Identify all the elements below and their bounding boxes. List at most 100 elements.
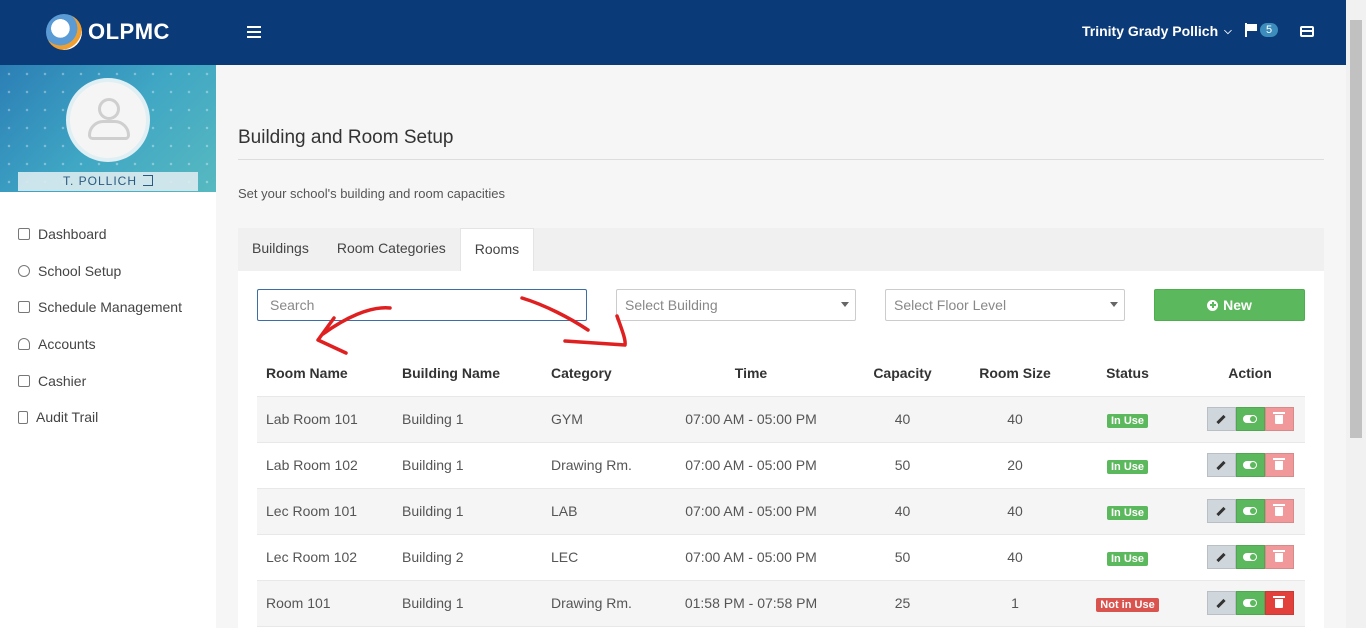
status-cell: In Use	[1060, 442, 1195, 489]
profile-panel: T. POLLICH	[0, 65, 216, 192]
toggle-button[interactable]	[1235, 453, 1265, 477]
sidebar-item-label: Accounts	[38, 336, 96, 353]
edit-button[interactable]	[1206, 407, 1236, 431]
action-cell	[1195, 488, 1305, 535]
delete-button[interactable]	[1264, 591, 1294, 615]
scroll-thumb[interactable]	[1350, 20, 1362, 438]
sidebar-item-label: Cashier	[38, 372, 87, 389]
toggle-button[interactable]	[1235, 545, 1265, 569]
sidebar-item-label: School Setup	[38, 262, 122, 279]
building-select[interactable]: Select Building	[616, 289, 856, 321]
time: 07:00 AM - 05:00 PM	[667, 534, 835, 581]
floor-select-value: Select Floor Level	[894, 297, 1007, 313]
room-size: 1	[970, 580, 1060, 627]
status-cell: Not in Use	[1060, 580, 1195, 627]
toggle-icon	[1243, 507, 1257, 515]
divider	[238, 159, 1324, 160]
sidebar-item-schedule-management[interactable]: Schedule Management	[0, 289, 216, 326]
search-input[interactable]	[257, 289, 587, 321]
brand[interactable]: OLPMC	[46, 14, 170, 50]
notifications[interactable]: 5	[1244, 23, 1279, 37]
avatar[interactable]	[66, 78, 150, 162]
tab-buildings[interactable]: Buildings	[238, 228, 323, 271]
column-header[interactable]: Capacity	[835, 351, 970, 397]
new-room-button[interactable]: New	[1154, 289, 1305, 321]
trash-icon	[1273, 595, 1285, 608]
id-card-icon[interactable]	[1300, 26, 1314, 37]
action-cell	[1195, 534, 1305, 581]
user-menu[interactable]: Trinity Grady Pollich ⌵	[1082, 23, 1232, 39]
sidebar-item-dashboard[interactable]: Dashboard	[0, 216, 216, 253]
toggle-button[interactable]	[1235, 499, 1265, 523]
sidebar-item-label: Dashboard	[38, 226, 107, 243]
capacity: 25	[835, 580, 970, 627]
table-header-row: Room Name Building Name Category Time Ca…	[257, 351, 1305, 397]
column-header[interactable]: Status	[1060, 351, 1195, 397]
pencil-icon	[1216, 598, 1226, 608]
delete-button[interactable]	[1264, 499, 1294, 523]
trash-icon	[1273, 549, 1285, 562]
edit-button[interactable]	[1206, 453, 1236, 477]
building-name: Building 1	[393, 488, 542, 535]
room-size: 40	[970, 488, 1060, 535]
user-icon	[98, 98, 120, 120]
tab-rooms[interactable]: Rooms	[459, 228, 535, 271]
table-row[interactable]: Lec Room 101 Building 1 LAB 07:00 AM - 0…	[257, 488, 1305, 535]
table-row[interactable]: Lab Room 101 Building 1 GYM 07:00 AM - 0…	[257, 396, 1305, 443]
page-scrollbar[interactable]	[1346, 0, 1366, 628]
edit-button[interactable]	[1206, 545, 1236, 569]
table-row[interactable]: Lab Room 102 Building 1 Drawing Rm. 07:0…	[257, 442, 1305, 489]
column-header[interactable]: Room Size	[970, 351, 1060, 397]
column-header[interactable]: Category	[542, 351, 667, 397]
trash-icon	[1273, 503, 1285, 516]
delete-button[interactable]	[1264, 545, 1294, 569]
delete-button[interactable]	[1264, 407, 1294, 431]
sidebar-item-audit-trail[interactable]: Audit Trail	[0, 399, 216, 436]
building-name: Building 1	[393, 580, 542, 627]
table-row[interactable]: Room 101 Building 1 Drawing Rm. 01:58 PM…	[257, 580, 1305, 627]
calendar-icon	[18, 301, 30, 314]
capacity: 40	[835, 396, 970, 443]
table-row[interactable]: Lec Room 102 Building 2 LEC 07:00 AM - 0…	[257, 534, 1305, 581]
sidebar-item-accounts[interactable]: Accounts	[0, 326, 216, 363]
room-name: Lec Room 101	[257, 488, 393, 535]
action-cell	[1195, 442, 1305, 489]
building-name: Building 1	[393, 442, 542, 489]
document-icon	[18, 410, 28, 424]
toggle-icon	[1243, 553, 1257, 561]
status-cell: In Use	[1060, 488, 1195, 535]
edit-button[interactable]	[1206, 499, 1236, 523]
tab-room-categories[interactable]: Room Categories	[323, 228, 460, 271]
building-name: Building 1	[393, 396, 542, 443]
column-header: Action	[1195, 351, 1305, 397]
status-cell: In Use	[1060, 396, 1195, 443]
gear-icon	[18, 264, 30, 277]
sidebar-item-cashier[interactable]: Cashier	[0, 362, 216, 399]
column-header[interactable]: Time	[667, 351, 835, 397]
room-name: Lec Room 102	[257, 534, 393, 581]
column-header[interactable]: Building Name	[393, 351, 542, 397]
user-icon	[18, 338, 30, 351]
delete-button[interactable]	[1264, 453, 1294, 477]
caret-down-icon	[841, 302, 849, 307]
trash-icon	[1273, 457, 1285, 470]
tab-bar: Buildings Room Categories Rooms	[238, 228, 1324, 271]
toggle-button[interactable]	[1235, 407, 1265, 431]
sidebar-item-school-setup[interactable]: School Setup	[0, 253, 216, 290]
trash-icon	[1273, 411, 1285, 424]
room-name: Lab Room 101	[257, 396, 393, 443]
room-size: 40	[970, 534, 1060, 581]
profile-name-plate: T. POLLICH	[18, 172, 198, 191]
status-cell: In Use	[1060, 534, 1195, 581]
logout-icon[interactable]	[143, 175, 154, 186]
capacity: 50	[835, 442, 970, 489]
edit-button[interactable]	[1206, 591, 1236, 615]
menu-toggle-icon[interactable]	[247, 26, 261, 38]
pencil-icon	[1216, 552, 1226, 562]
brand-name: OLPMC	[88, 19, 170, 44]
toggle-button[interactable]	[1235, 591, 1265, 615]
column-header[interactable]: Room Name	[257, 351, 393, 397]
pencil-icon	[1216, 460, 1226, 470]
notification-badge: 5	[1260, 23, 1279, 37]
floor-level-select[interactable]: Select Floor Level	[885, 289, 1125, 321]
